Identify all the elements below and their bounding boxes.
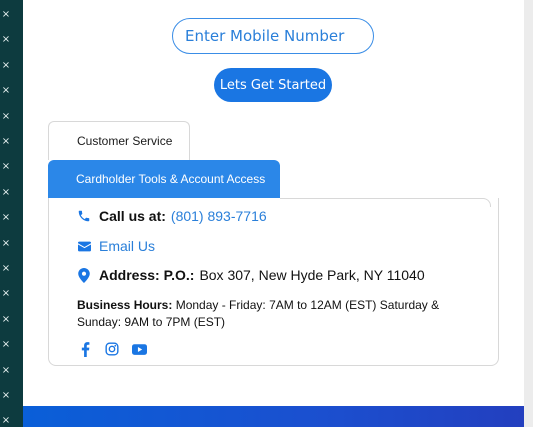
tab-cardholder-tools[interactable]: Cardholder Tools & Account Access	[48, 160, 280, 199]
facebook-icon[interactable]	[77, 341, 93, 357]
scrollbar-track[interactable]	[524, 0, 533, 427]
youtube-icon[interactable]	[131, 341, 147, 357]
close-icon: ×	[1, 186, 11, 198]
call-row: Call us at: (801) 893-7716	[77, 208, 267, 224]
close-icon: ×	[1, 364, 11, 376]
lets-get-started-button[interactable]: Lets Get Started	[214, 68, 332, 102]
close-icon: ×	[1, 34, 11, 46]
email-link[interactable]: Email Us	[99, 238, 155, 254]
close-icon: ×	[1, 136, 11, 147]
panel-border	[280, 198, 491, 207]
close-icon: ×	[1, 59, 11, 71]
call-label: Call us at:	[99, 208, 166, 224]
close-icon: ×	[1, 85, 11, 97]
footer-band	[23, 406, 524, 427]
business-hours: Business Hours: Monday - Friday: 7AM to …	[77, 297, 457, 331]
social-links	[77, 341, 147, 357]
address-label: Address: P.O.:	[99, 267, 195, 283]
envelope-icon	[77, 239, 91, 253]
address-row: Address: P.O.: Box 307, New Hyde Park, N…	[77, 267, 425, 283]
close-icon: ×	[1, 288, 11, 300]
close-icon: ×	[1, 263, 11, 274]
email-row[interactable]: Email Us	[77, 238, 155, 254]
phone-link[interactable]: (801) 893-7716	[171, 208, 267, 224]
mobile-number-input[interactable]	[172, 18, 374, 54]
close-icon: ×	[1, 390, 11, 401]
close-icon: ×	[1, 161, 11, 173]
tab-customer-service[interactable]: Customer Service	[48, 121, 190, 160]
close-icon: ×	[1, 339, 11, 351]
business-hours-label: Business Hours:	[77, 298, 173, 312]
left-decorative-strip: × × × × × × × × × × × × × × × × ×	[0, 0, 23, 427]
close-icon: ×	[1, 237, 11, 249]
phone-icon	[77, 209, 91, 223]
close-icon: ×	[1, 313, 11, 325]
instagram-icon[interactable]	[104, 341, 120, 357]
close-icon: ×	[1, 110, 11, 122]
map-pin-icon	[77, 267, 91, 283]
close-icon: ×	[1, 212, 11, 224]
close-icon: ×	[1, 415, 11, 427]
close-icon: ×	[1, 9, 11, 20]
address-text: Box 307, New Hyde Park, NY 11040	[199, 267, 425, 283]
